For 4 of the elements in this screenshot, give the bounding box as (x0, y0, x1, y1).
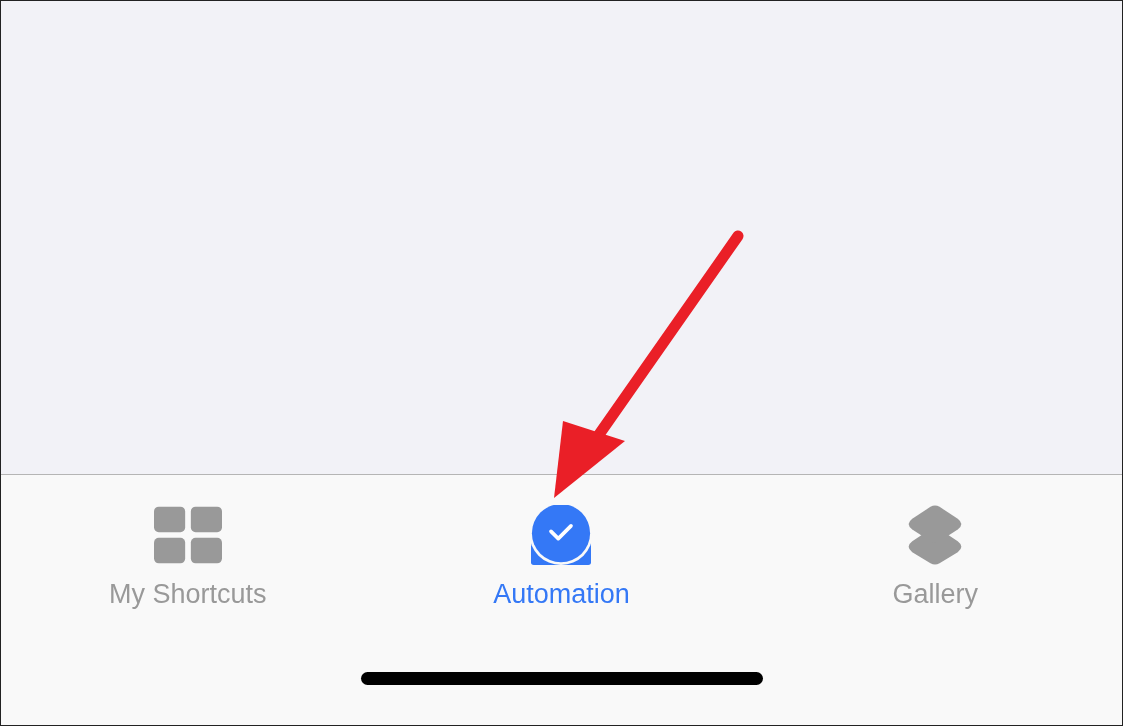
grid-icon (153, 505, 222, 565)
tab[interactable]: Automation (374, 505, 749, 610)
tab[interactable]: My Shortcuts (1, 505, 375, 610)
tab[interactable]: Gallery (748, 505, 1122, 610)
